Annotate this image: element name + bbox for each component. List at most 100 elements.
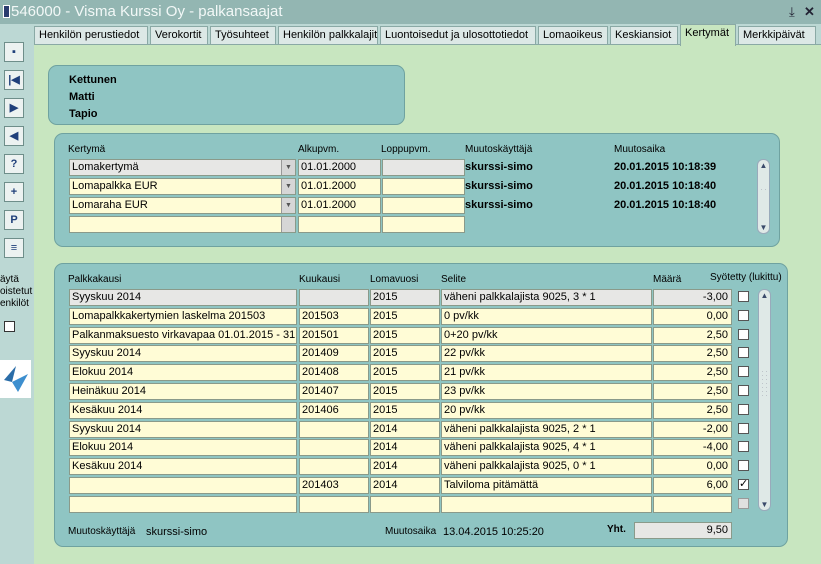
entered-checkbox[interactable] [738,310,749,321]
pay-period-field[interactable] [69,496,297,513]
scroll-up-icon[interactable]: ▲ [759,291,770,300]
print-button[interactable]: P [4,210,24,230]
description-field[interactable]: väheni palkkalajista 9025, 3 * 1 [441,289,652,306]
description-field[interactable]: 21 pv/kk [441,364,652,381]
amount-field[interactable]: 2,50 [653,327,732,344]
holiday-year-field[interactable]: 2014 [370,421,440,438]
entered-checkbox[interactable] [738,347,749,358]
tab-average-earnings[interactable]: Keskiansiot [610,26,678,45]
tab-salary-types[interactable]: Henkilön palkkalajit [278,26,378,45]
month-field[interactable]: 201403 [299,477,369,494]
tab-tax-cards[interactable]: Verokortit [150,26,208,45]
description-field[interactable]: väheni palkkalajista 9025, 4 * 1 [441,439,652,456]
month-field[interactable] [299,439,369,456]
pay-period-field[interactable] [69,477,297,494]
amount-field[interactable]: 2,50 [653,364,732,381]
entered-checkbox[interactable] [738,329,749,340]
description-field[interactable] [441,496,652,513]
start-date-field[interactable]: 01.01.2000 [298,197,381,214]
amount-field[interactable]: -4,00 [653,439,732,456]
first-record-icon[interactable]: |◀ [4,70,24,90]
end-date-field[interactable] [382,216,465,233]
close-icon[interactable]: ✕ [804,0,815,24]
scroll-down-icon[interactable]: ▼ [758,223,769,232]
pay-period-field[interactable]: Elokuu 2014 [69,439,297,456]
amount-field[interactable]: 2,50 [653,402,732,419]
accumulation-type-select[interactable]: Lomapalkka EUR ▼ [69,178,296,195]
pay-period-field[interactable]: Elokuu 2014 [69,364,297,381]
holiday-year-field[interactable]: 2014 [370,458,440,475]
accumulation-type-select[interactable]: Lomakertymä ▼ [69,159,296,176]
accumulation-scrollbar[interactable]: ▲ · · ▼ [757,159,770,234]
description-field[interactable]: 20 pv/kk [441,402,652,419]
amount-field[interactable]: -2,00 [653,421,732,438]
pay-period-field[interactable]: Kesäkuu 2014 [69,458,297,475]
pay-period-field[interactable]: Syyskuu 2014 [69,289,297,306]
minimize-icon[interactable]: ⤓ [789,0,795,24]
entered-checkbox[interactable] [738,460,749,471]
holiday-year-field[interactable]: 2015 [370,383,440,400]
amount-field[interactable]: -3,00 [653,289,732,306]
holiday-year-field[interactable]: 2015 [370,289,440,306]
holiday-year-field[interactable]: 2015 [370,364,440,381]
end-date-field[interactable] [382,159,465,176]
pay-period-field[interactable]: Lomapalkkakertymien laskelma 201503 [69,308,297,325]
amount-field[interactable]: 0,00 [653,308,732,325]
tab-benefits[interactable]: Luontoisedut ja ulosottotiedot [380,26,536,45]
entered-checkbox[interactable] [738,423,749,434]
month-field[interactable] [299,496,369,513]
entered-checkbox[interactable] [738,404,749,415]
holiday-year-field[interactable]: 2014 [370,439,440,456]
accumulation-type-select[interactable] [69,216,296,233]
holiday-year-field[interactable]: 2015 [370,402,440,419]
holiday-year-field[interactable]: 2014 [370,477,440,494]
month-field[interactable] [299,421,369,438]
dropdown-icon[interactable]: ▼ [281,198,295,213]
amount-field[interactable] [653,496,732,513]
entered-checkbox[interactable] [738,366,749,377]
accumulation-type-select[interactable]: Lomaraha EUR ▼ [69,197,296,214]
start-date-field[interactable]: 01.01.2000 [298,159,381,176]
new-record-icon[interactable]: + [4,182,24,202]
amount-field[interactable]: 0,00 [653,458,732,475]
holiday-year-field[interactable]: 2015 [370,345,440,362]
amount-field[interactable]: 2,50 [653,383,732,400]
dropdown-icon[interactable] [281,217,295,232]
pay-period-field[interactable]: Palkanmaksuesto virkavapaa 01.01.2015 - … [69,327,297,344]
pay-period-field[interactable]: Syyskuu 2014 [69,345,297,362]
periods-scrollbar[interactable]: ▲ · · · · · · · · · · · · · · ▼ [758,289,771,511]
month-field[interactable]: 201501 [299,327,369,344]
month-field[interactable] [299,458,369,475]
previous-record-icon[interactable]: ◀ [4,126,24,146]
month-field[interactable]: 201406 [299,402,369,419]
description-field[interactable]: 22 pv/kk [441,345,652,362]
holiday-year-field[interactable]: 2015 [370,308,440,325]
month-field[interactable]: 201407 [299,383,369,400]
end-date-field[interactable] [382,178,465,195]
next-record-icon[interactable]: ▶ [4,98,24,118]
scroll-up-icon[interactable]: ▲ [758,161,769,170]
tab-employments[interactable]: Työsuhteet [210,26,276,45]
scroll-down-icon[interactable]: ▼ [759,500,770,509]
description-field[interactable]: väheni palkkalajista 9025, 0 * 1 [441,458,652,475]
pay-period-field[interactable]: Heinäkuu 2014 [69,383,297,400]
start-date-field[interactable] [298,216,381,233]
description-field[interactable]: Talviloma pitämättä [441,477,652,494]
save-icon[interactable]: ▪ [4,42,24,62]
pay-period-field[interactable]: Kesäkuu 2014 [69,402,297,419]
entered-checkbox[interactable]: ✓ [738,479,749,490]
entered-checkbox[interactable] [738,441,749,452]
start-date-field[interactable]: 01.01.2000 [298,178,381,195]
entered-checkbox[interactable] [738,291,749,302]
entered-checkbox[interactable] [738,385,749,396]
end-date-field[interactable] [382,197,465,214]
amount-field[interactable]: 2,50 [653,345,732,362]
tab-anniversaries[interactable]: Merkkipäivät [738,26,816,45]
printer-icon[interactable]: ≡ [4,238,24,258]
show-removed-checkbox[interactable] [4,321,15,332]
month-field[interactable]: 201408 [299,364,369,381]
holiday-year-field[interactable]: 2015 [370,327,440,344]
description-field[interactable]: 23 pv/kk [441,383,652,400]
month-field[interactable]: 201409 [299,345,369,362]
pay-period-field[interactable]: Syyskuu 2014 [69,421,297,438]
